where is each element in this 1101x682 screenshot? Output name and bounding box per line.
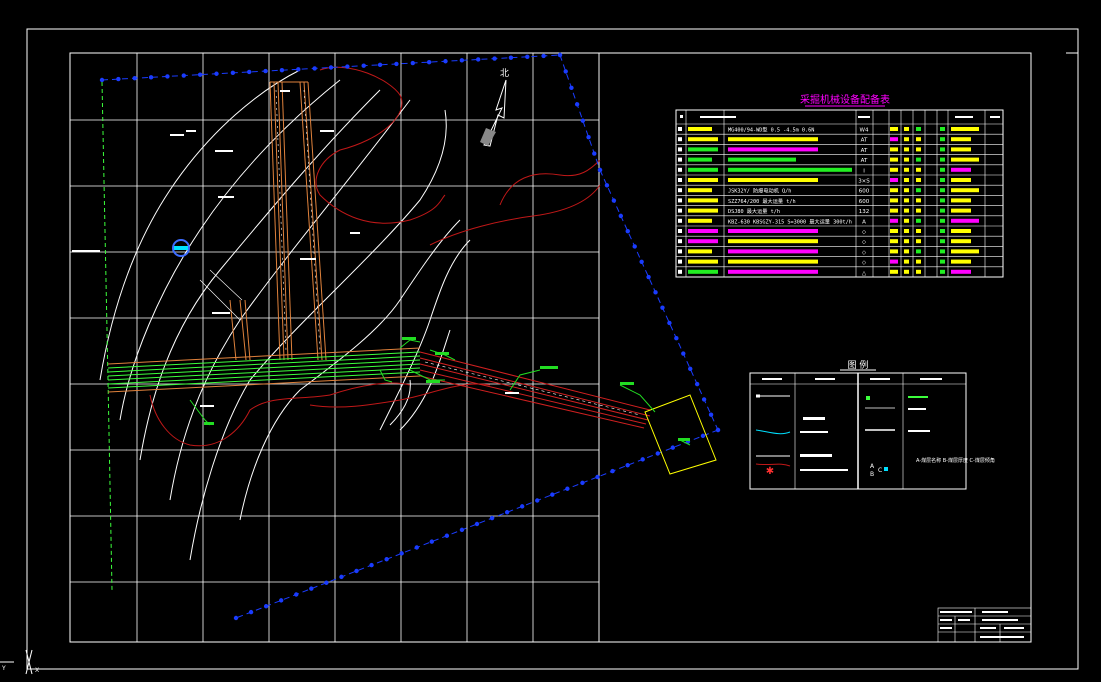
green-labels (204, 337, 690, 441)
svg-text:✱: ✱ (766, 466, 774, 477)
equipment-table-title: 采掘机械设备配备表 (800, 93, 890, 106)
legend: 图 例 ✱ A B C A-煤层名称 B-煤层厚度 C-煤层倾角 (749, 359, 995, 490)
north-arrow: 北 (480, 68, 509, 147)
contour-lines (99, 69, 471, 561)
cursor-crosshair: Y X (0, 649, 39, 675)
equipment-spec: KBZ-630 KBSGZY-315 S=3000 最大运量 300t/h (728, 217, 852, 225)
inclined-shaft (419, 351, 651, 429)
equipment-code: AT (861, 158, 868, 164)
cad-drawing: 北 Y X 采掘机械设备配备表 MG400/94-WD型 0.5 -4.5m 0… (0, 28, 1079, 675)
legend-title: 图 例 (848, 359, 869, 371)
equipment-spec: DSJ80 最大运量 t/h (728, 207, 780, 215)
roadway-details (199, 89, 321, 351)
equipment-code: 600 (859, 189, 870, 195)
equipment-code: 600 (859, 199, 870, 205)
legend-symbol-c: C (878, 467, 882, 474)
equipment-code: ◇ (862, 230, 867, 236)
map-labels (72, 90, 519, 407)
main-haulage-roadway (107, 351, 421, 389)
equipment-code: 3×S (858, 179, 870, 185)
legend-note: A-煤层名称 B-煤层厚度 C-煤层倾角 (916, 457, 995, 464)
equipment-code: 132 (859, 209, 870, 215)
equipment-table: 采掘机械设备配备表 MG400/94-WD型 0.5 -4.5m 0.6N W4 A… (675, 93, 1004, 278)
west-boundary-line (101, 81, 113, 591)
equipment-spec: MG400/94-WD型 0.5 -4.5m 0.6N (728, 126, 814, 134)
mine-boundary (99, 52, 721, 621)
equipment-code: ◇ (862, 250, 867, 256)
shaft-hatching (424, 361, 641, 416)
equipment-code: ◇ (862, 240, 867, 246)
equipment-spec: SZZ764/200 最大运量 t/h (728, 197, 796, 205)
equipment-code: I (863, 168, 865, 174)
red-contours (149, 66, 601, 447)
cursor-y-label: Y (1, 665, 6, 672)
equipment-code: W4 (860, 128, 869, 134)
north-label: 北 (500, 68, 509, 79)
shaft-symbol (172, 239, 190, 257)
legend-symbol-a: A (870, 463, 875, 470)
legend-symbol-b: B (870, 471, 874, 478)
inner-frame (69, 52, 1032, 643)
cursor-x-label: X (35, 667, 39, 674)
equipment-code: AT (861, 138, 868, 144)
equipment-spec: JSK32Y/ 防爆电动机 Q/h (728, 187, 791, 195)
outer-frame (26, 28, 1079, 670)
equipment-code: A (862, 219, 866, 225)
coordinate-grid (70, 53, 600, 642)
surface-site-outline (644, 394, 717, 475)
equipment-code: △ (862, 270, 867, 276)
equipment-code: ◇ (862, 260, 867, 266)
equipment-code: AT (861, 148, 868, 154)
title-block-text (940, 611, 1024, 638)
